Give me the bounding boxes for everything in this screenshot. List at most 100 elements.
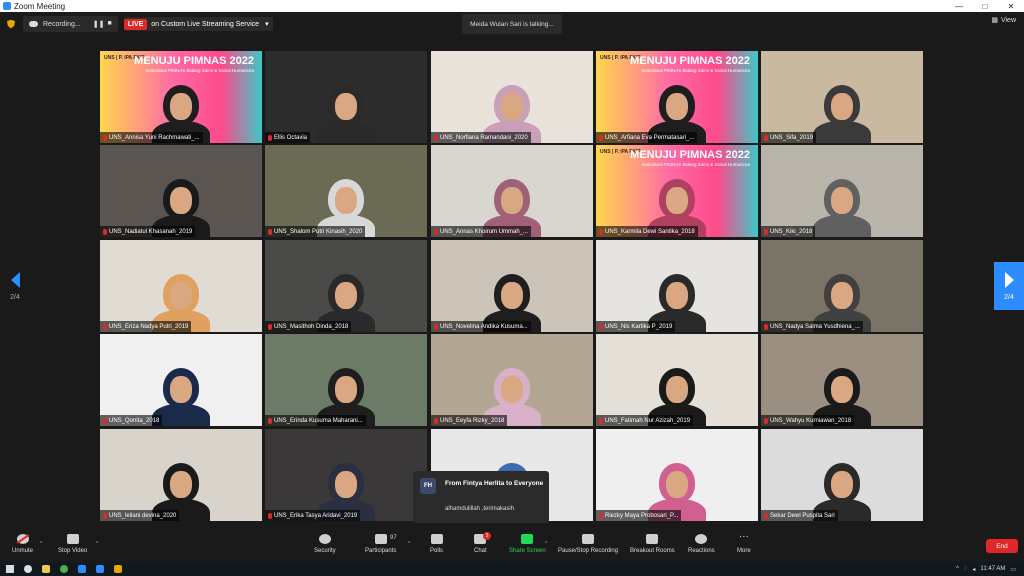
participant-name-bar: Riezky Maya Probosari_P...: [596, 510, 682, 521]
share-options-caret[interactable]: ^: [545, 541, 547, 547]
participant-name-bar: UNS_Annas Khoirum Ummah_...: [431, 226, 532, 237]
unmute-button[interactable]: Unmute: [12, 534, 33, 554]
chevron-up-icon[interactable]: ^: [956, 566, 959, 572]
shield-icon[interactable]: [7, 19, 15, 29]
participant-video-tile[interactable]: UNS | P. IPA FKIP MENUJU PIMNAS 2022 Sosia…: [596, 145, 758, 237]
next-page-button[interactable]: 2/4: [994, 262, 1024, 310]
participant-name: Riezky Maya Probosari_P...: [605, 512, 679, 519]
reactions-button[interactable]: Reactions: [688, 534, 715, 554]
network-icon[interactable]: ◌: [964, 566, 968, 572]
participant-video-tile[interactable]: UNS_Novelina Andika Kusuma...: [431, 240, 593, 332]
face: [335, 471, 357, 498]
face: [170, 282, 192, 309]
view-button[interactable]: ▦ View: [991, 16, 1016, 25]
stop-video-button[interactable]: Stop Video: [58, 534, 87, 554]
participant-video-tile[interactable]: UNS_Nadiatul Khasanah_2019: [100, 145, 262, 237]
participant-video-tile[interactable]: UNS_Erika Tasya Aridavi_2019: [265, 429, 427, 521]
banner-title: MENUJU PIMNAS 2022: [630, 149, 750, 161]
file-explorer-icon[interactable]: [42, 565, 50, 573]
banner-subtitle: Sosialisasi PIMNAS Bidang Sains & Sosial…: [641, 68, 750, 73]
participant-video-tile[interactable]: UNS_Eeyfa Rizky_2018: [431, 334, 593, 426]
face: [335, 282, 357, 309]
face: [666, 282, 688, 309]
maximize-button[interactable]: □: [972, 2, 998, 11]
polls-button[interactable]: Polls: [430, 534, 443, 554]
participant-name: UNS_Karmila Dewi Santika_2018: [605, 228, 695, 235]
end-meeting-button[interactable]: End: [986, 539, 1018, 553]
face: [666, 471, 688, 498]
previous-page-button[interactable]: 2/4: [0, 262, 30, 310]
security-button[interactable]: Security: [314, 534, 336, 554]
microphone-muted-icon: [434, 228, 438, 235]
participant-video-tile[interactable]: Ellis Octavia: [265, 51, 427, 143]
participant-video-tile[interactable]: UNS_Wahyu Kurniawan_2018: [761, 334, 923, 426]
chat-sender: From Fintya Herlita to Everyone: [445, 480, 544, 487]
breakout-rooms-label: Breakout Rooms: [630, 548, 675, 554]
participant-name: UNS_Nadiatul Khasanah_2019: [109, 228, 193, 235]
chevron-down-icon: ▾: [265, 21, 269, 28]
microphone-muted-icon: [764, 134, 768, 141]
face: [501, 376, 523, 403]
participant-name-bar: UNS_Fatimah Nur Azizah_2019: [596, 415, 694, 426]
participant-video-tile[interactable]: UNS_Nadya Salma Yusdhiena_...: [761, 240, 923, 332]
participant-video-tile[interactable]: UNS_Erinda Kusuma Maharani...: [265, 334, 427, 426]
video-camera-icon: [66, 534, 79, 544]
participant-video-tile[interactable]: UNS_Norfiana Ramandani_2020: [431, 51, 593, 143]
clock-time[interactable]: 11:47 AM: [980, 566, 1005, 572]
microphone-muted-icon: [764, 228, 768, 235]
participant-video-tile[interactable]: Riezky Maya Probosari_P...: [596, 429, 758, 521]
participant-video-tile[interactable]: UNS | P. IPA FKIP MENUJU PIMNAS 2022 Sosia…: [100, 51, 262, 143]
participant-name: Ellis Octavia: [274, 134, 308, 141]
participant-name-bar: UNS_Qonita_2018: [100, 415, 163, 426]
chat-notification[interactable]: FH From Fintya Herlita to Everyone alham…: [413, 471, 549, 523]
minimize-button[interactable]: —: [946, 2, 972, 11]
participant-video-tile[interactable]: UNS_Masithoh Dinda_2018: [265, 240, 427, 332]
active-speaker-label: Meida Wulan Sari is talking...: [462, 14, 562, 34]
close-window-button[interactable]: ✕: [998, 2, 1024, 11]
participant-video-tile[interactable]: UNS_Qonita_2018: [100, 334, 262, 426]
grid-icon: [646, 534, 659, 544]
participant-video-tile[interactable]: UNS_Nis Kartika P_2019: [596, 240, 758, 332]
participant-video-tile[interactable]: UNS_Kiki_2018: [761, 145, 923, 237]
video-options-caret[interactable]: ^: [96, 541, 98, 547]
live-stream-dropdown[interactable]: LIVE on Custom Live Streaming Service ▾: [123, 17, 273, 31]
app-taskbar-icon[interactable]: [96, 565, 104, 573]
chat-label: Chat: [474, 548, 487, 554]
face: [831, 187, 853, 214]
participant-video-tile[interactable]: UNS | P. IPA FKIP MENUJU PIMNAS 2022 Sosia…: [596, 51, 758, 143]
participant-video-tile[interactable]: UNS_Annas Khoirum Ummah_...: [431, 145, 593, 237]
pause-icon[interactable]: ❚❚: [93, 20, 105, 28]
microphone-muted-icon: [103, 417, 107, 424]
zoom-taskbar-icon[interactable]: [78, 565, 86, 573]
participant-video-tile[interactable]: Sekar Dewi Puspita Sari: [761, 429, 923, 521]
audio-options-caret[interactable]: ^: [40, 541, 42, 547]
share-screen-button[interactable]: Share Screen: [509, 534, 546, 554]
participant-name: UNS_Wahyu Kurniawan_2018: [770, 417, 852, 424]
pause-recording-button[interactable]: Pause/Stop Recording: [558, 534, 618, 554]
grid-icon: ▦: [991, 17, 998, 24]
banner-title: MENUJU PIMNAS 2022: [134, 55, 254, 67]
participant-video-tile[interactable]: UNS_Sifa_2019: [761, 51, 923, 143]
participant-name-bar: UNS_Kiki_2018: [761, 226, 816, 237]
participant-video-tile[interactable]: UNS_Eriza Nadya Putri_2019: [100, 240, 262, 332]
vlc-icon[interactable]: [114, 565, 122, 573]
windows-start-icon[interactable]: [6, 565, 14, 573]
chrome-icon[interactable]: [60, 565, 68, 573]
participants-options-caret[interactable]: ^: [408, 541, 410, 547]
volume-icon[interactable]: ◂: [972, 566, 975, 573]
notification-icon[interactable]: ▭: [1010, 566, 1016, 573]
banner-subtitle: Sosialisasi PIMNAS Bidang Sains & Sosial…: [641, 162, 750, 167]
face: [170, 187, 192, 214]
page-indicator-right: 2/4: [1004, 293, 1014, 301]
microphone-muted-icon: [268, 512, 272, 519]
participant-video-tile[interactable]: UNS_Shalom Putri Kinasih_2020: [265, 145, 427, 237]
microphone-muted-icon: [103, 134, 107, 141]
participant-video-tile[interactable]: UNS_Fatimah Nur Azizah_2019: [596, 334, 758, 426]
chat-message: alhamdulillah ,terimakasih: [445, 506, 515, 512]
more-button[interactable]: ··· More: [737, 532, 751, 555]
stop-icon[interactable]: ■: [107, 20, 111, 28]
breakout-rooms-button[interactable]: Breakout Rooms: [630, 534, 675, 554]
search-icon[interactable]: [24, 565, 32, 573]
participant-video-tile[interactable]: UNS_leilani devina_2020: [100, 429, 262, 521]
microphone-muted-icon: [434, 417, 438, 424]
